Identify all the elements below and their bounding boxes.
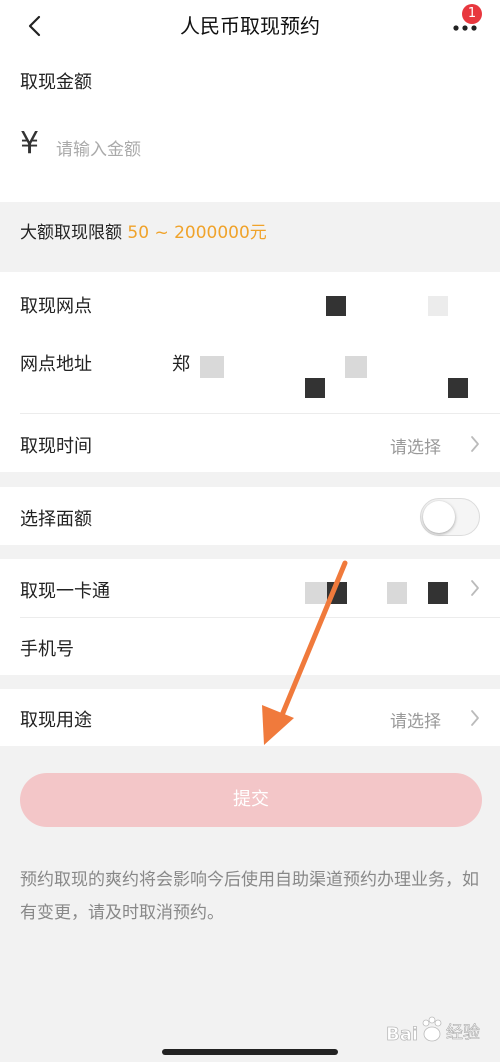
outlet-selector[interactable] [300, 280, 490, 326]
annotation-arrow-icon [262, 560, 348, 745]
redaction-block [200, 356, 224, 378]
chevron-right-icon [470, 435, 480, 453]
purpose-value: 请选择 [390, 712, 441, 732]
baidu-watermark: Bai 经验 [384, 1010, 494, 1054]
svg-text:Bai: Bai [386, 1024, 418, 1045]
card-label: 取现一卡通 [20, 581, 110, 602]
time-value: 请选择 [390, 438, 441, 458]
denomination-label: 选择面额 [20, 509, 92, 530]
redaction-block [448, 378, 468, 398]
nav-bar: 人民币取现预约 1 [0, 0, 500, 52]
yuan-currency-icon: ¥ [20, 126, 40, 161]
time-label: 取现时间 [20, 436, 92, 457]
notice-text: 预约取现的爽约将会影响今后使用自助渠道预约办理业务，如有变更，请及时取消预约。 [20, 870, 479, 923]
denomination-toggle[interactable] [420, 498, 480, 536]
phone-label: 手机号 [20, 639, 74, 660]
chevron-right-icon [470, 579, 480, 597]
outlet-label: 取现网点 [20, 296, 92, 317]
toggle-knob [423, 501, 455, 533]
limit-value: 50 ~ 2000000元 [127, 223, 267, 243]
page-title: 人民币取现预约 [180, 14, 320, 38]
purpose-label: 取现用途 [20, 710, 92, 731]
redaction-block [428, 582, 448, 604]
home-indicator [162, 1049, 338, 1055]
address-label: 网点地址 [20, 354, 92, 375]
amount-label: 取现金额 [20, 72, 92, 93]
redaction-block [326, 296, 346, 316]
chevron-right-icon [470, 709, 480, 727]
notification-badge: 1 [462, 4, 482, 24]
withdrawal-limit: 大额取现限额 50 ~ 2000000元 [20, 218, 267, 243]
redaction-block [345, 356, 367, 378]
submit-button[interactable]: 提交 [20, 773, 482, 827]
time-row[interactable]: 取现时间 请选择 [0, 414, 500, 472]
watermark-text: 经验 [446, 1023, 481, 1044]
address-value: 郑 [172, 354, 190, 375]
limit-label: 大额取现限额 [20, 223, 122, 243]
redaction-block [428, 296, 448, 316]
redaction-block [387, 582, 407, 604]
amount-input[interactable] [56, 136, 436, 164]
redaction-block [305, 378, 325, 398]
